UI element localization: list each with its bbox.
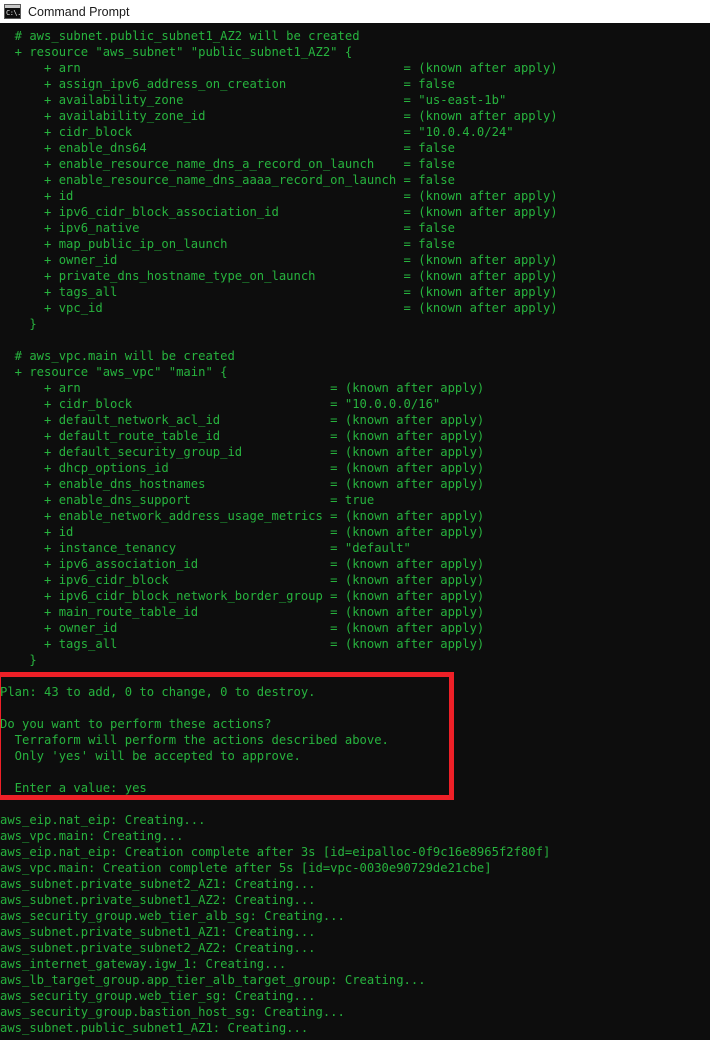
terraform-console-output: # aws_subnet.public_subnet1_AZ2 will be … bbox=[0, 29, 558, 1035]
cmd-icon-prompt-glyph: C:\. bbox=[6, 9, 21, 17]
window-titlebar[interactable]: C:\. Command Prompt bbox=[0, 0, 710, 23]
window-title: Command Prompt bbox=[28, 4, 130, 19]
terminal-output-area[interactable]: # aws_subnet.public_subnet1_AZ2 will be … bbox=[0, 23, 710, 1040]
command-prompt-window: C:\. Command Prompt # aws_subnet.public_… bbox=[0, 0, 710, 1040]
command-prompt-icon: C:\. bbox=[4, 4, 21, 19]
